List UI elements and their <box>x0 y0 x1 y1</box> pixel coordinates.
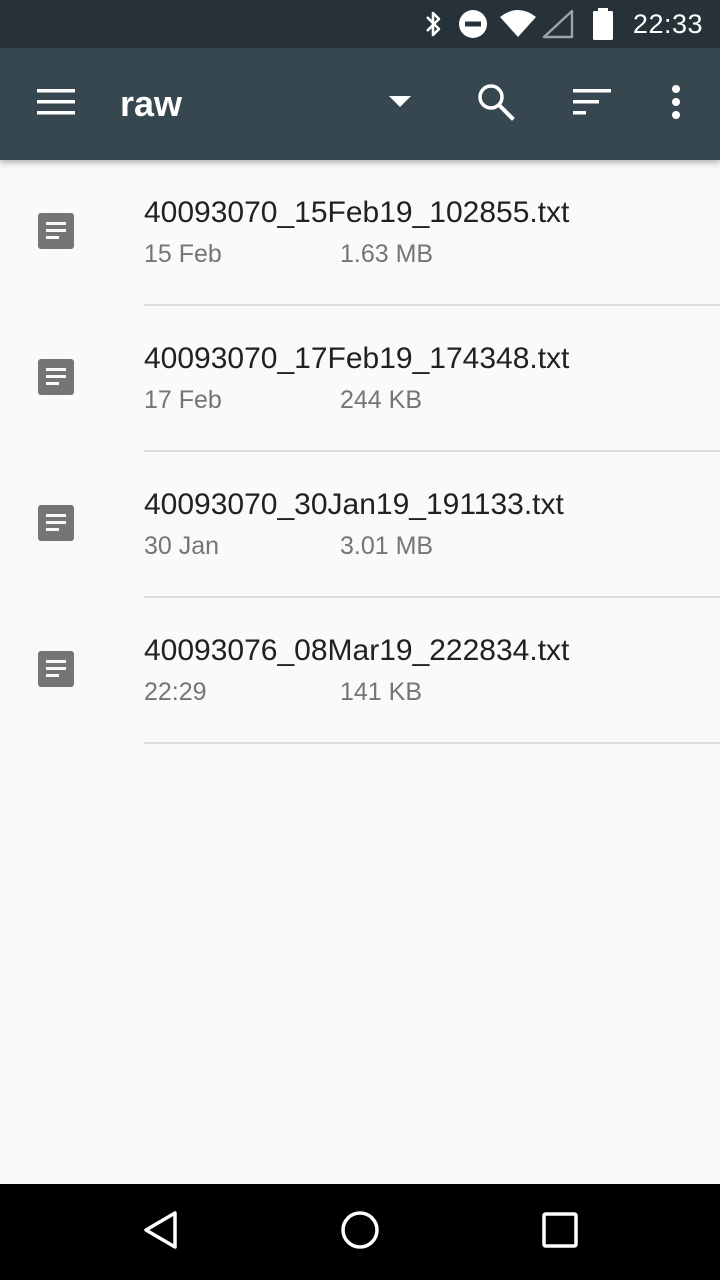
file-row[interactable]: 40093070_17Feb19_174348.txt 17 Feb 244 K… <box>0 306 720 452</box>
file-size: 1.63 MB <box>340 240 434 268</box>
menu-button[interactable] <box>28 48 84 160</box>
file-name: 40093070_15Feb19_102855.txt <box>144 196 570 229</box>
file-date: 15 Feb <box>144 240 222 268</box>
sort-icon <box>573 88 611 120</box>
dropdown-arrow-icon <box>389 95 411 113</box>
recents-button[interactable] <box>510 1184 610 1280</box>
more-options-button[interactable] <box>652 48 700 160</box>
file-name: 40093076_08Mar19_222834.txt <box>144 634 570 667</box>
back-icon <box>142 1210 178 1255</box>
file-size: 244 KB <box>340 386 423 414</box>
battery-icon <box>592 0 614 48</box>
home-button[interactable] <box>310 1184 410 1280</box>
file-row[interactable]: 40093070_15Feb19_102855.txt 15 Feb 1.63 … <box>0 160 720 306</box>
home-icon <box>340 1210 380 1255</box>
divider <box>144 742 720 744</box>
app-toolbar: raw <box>0 48 720 160</box>
wifi-icon <box>498 0 538 48</box>
file-size: 3.01 MB <box>340 532 434 560</box>
file-name: 40093070_30Jan19_191133.txt <box>144 488 564 521</box>
document-icon <box>38 505 74 541</box>
file-date: 30 Jan <box>144 532 220 560</box>
file-size: 141 KB <box>340 678 423 706</box>
file-row[interactable]: 40093076_08Mar19_222834.txt 22:29 141 KB <box>0 598 720 744</box>
file-date: 22:29 <box>144 678 207 706</box>
file-list: 40093070_15Feb19_102855.txt 15 Feb 1.63 … <box>0 160 720 744</box>
folder-title[interactable]: raw <box>120 48 182 160</box>
search-button[interactable] <box>466 48 526 160</box>
back-button[interactable] <box>110 1184 210 1280</box>
file-row[interactable]: 40093070_30Jan19_191133.txt 30 Jan 3.01 … <box>0 452 720 598</box>
folder-dropdown-button[interactable] <box>372 48 428 160</box>
cell-signal-icon <box>542 0 574 48</box>
file-date: 17 Feb <box>144 386 222 414</box>
status-bar: 22:33 <box>0 0 720 48</box>
file-name: 40093070_17Feb19_174348.txt <box>144 342 570 375</box>
do-not-disturb-icon <box>458 0 488 48</box>
search-icon <box>477 83 515 126</box>
more-vert-icon <box>671 84 681 124</box>
navigation-bar <box>0 1184 720 1280</box>
recents-icon <box>542 1211 578 1253</box>
bluetooth-icon <box>421 0 445 48</box>
document-icon <box>38 213 74 249</box>
menu-icon <box>37 88 75 120</box>
sort-button[interactable] <box>562 48 622 160</box>
document-icon <box>38 651 74 687</box>
status-time: 22:33 <box>632 8 703 39</box>
document-icon <box>38 359 74 395</box>
